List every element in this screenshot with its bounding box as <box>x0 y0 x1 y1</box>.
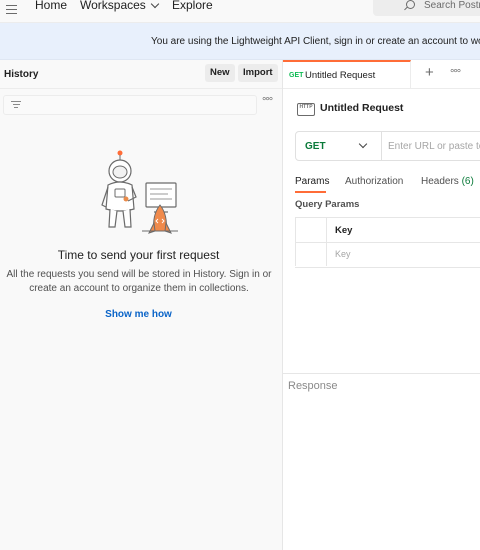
chevron-down-icon <box>358 139 368 149</box>
history-header-divider <box>0 88 282 89</box>
tab-more-button[interactable]: °°° <box>450 68 461 80</box>
empty-state-description-line: create an account to organize them in co… <box>29 283 249 294</box>
method-value: GET <box>305 141 326 152</box>
history-sidebar: History New Import °°° Time to send your… <box>0 60 283 550</box>
show-me-how-link[interactable]: Show me how <box>0 309 277 320</box>
table-header-row: Key <box>295 218 480 243</box>
nav-workspaces-label: Workspaces <box>80 0 146 12</box>
new-button[interactable]: New <box>205 64 235 82</box>
headers-count-badge: (6) <box>461 176 474 187</box>
nav-workspaces[interactable]: Workspaces <box>80 0 160 12</box>
tab-headers-label: Headers <box>421 176 459 187</box>
request-panel: GET Untitled Request + °°° HTTP Untitled… <box>283 60 480 550</box>
request-title[interactable]: Untitled Request <box>320 102 403 114</box>
empty-state-title: Time to send your first request <box>57 248 220 262</box>
request-tab-bar: GET Untitled Request + °°° <box>283 60 480 89</box>
history-title: History <box>4 69 39 80</box>
url-bar: GET Enter URL or paste te <box>295 131 480 161</box>
empty-state-description: All the requests you send will be stored… <box>4 268 274 296</box>
tab-params[interactable]: Params <box>295 176 329 187</box>
search-placeholder: Search Postm <box>424 0 480 11</box>
nav-explore[interactable]: Explore <box>172 0 213 12</box>
top-bar: Home Workspaces Explore Search Postm <box>0 0 480 23</box>
menu-icon[interactable] <box>6 5 17 14</box>
tab-authorization[interactable]: Authorization <box>345 176 403 187</box>
search-icon <box>406 0 415 9</box>
tab-title: Untitled Request <box>305 70 376 81</box>
key-input[interactable]: Key <box>335 249 351 259</box>
request-sub-tabs: Params Authorization Headers (6) <box>295 176 480 192</box>
tab-method-badge: GET <box>289 72 304 79</box>
http-icon: HTTP <box>297 103 315 116</box>
table-checkbox-cell[interactable] <box>295 242 327 266</box>
url-input[interactable]: Enter URL or paste te <box>388 141 480 152</box>
active-tab-underline <box>295 191 326 193</box>
table-row: Key <box>295 242 480 266</box>
key-column-header: Key <box>335 225 353 236</box>
chevron-down-icon <box>150 0 160 9</box>
query-params-table: Key Key <box>295 217 480 268</box>
tab-untitled-request[interactable]: GET Untitled Request <box>283 60 411 88</box>
import-button[interactable]: Import <box>238 64 278 82</box>
astronaut-illustration-icon <box>101 150 178 234</box>
table-checkbox-cell <box>295 218 327 242</box>
nav-home[interactable]: Home <box>35 0 67 12</box>
sign-in-banner: You are using the Lightweight API Client… <box>0 23 480 60</box>
method-select[interactable]: GET <box>296 132 382 160</box>
query-params-label: Query Params <box>295 199 360 210</box>
search-input[interactable]: Search Postm <box>373 0 480 16</box>
history-filter-input[interactable] <box>3 95 257 115</box>
response-divider[interactable] <box>283 373 480 374</box>
filter-icon <box>11 101 21 110</box>
empty-state-description-line: All the requests you send will be stored… <box>6 269 272 280</box>
response-label: Response <box>288 380 338 392</box>
new-tab-button[interactable]: + <box>425 64 434 81</box>
history-more-button[interactable]: °°° <box>262 96 273 108</box>
tab-headers[interactable]: Headers (6) <box>421 176 474 187</box>
banner-text[interactable]: You are using the Lightweight API Client… <box>151 36 480 47</box>
